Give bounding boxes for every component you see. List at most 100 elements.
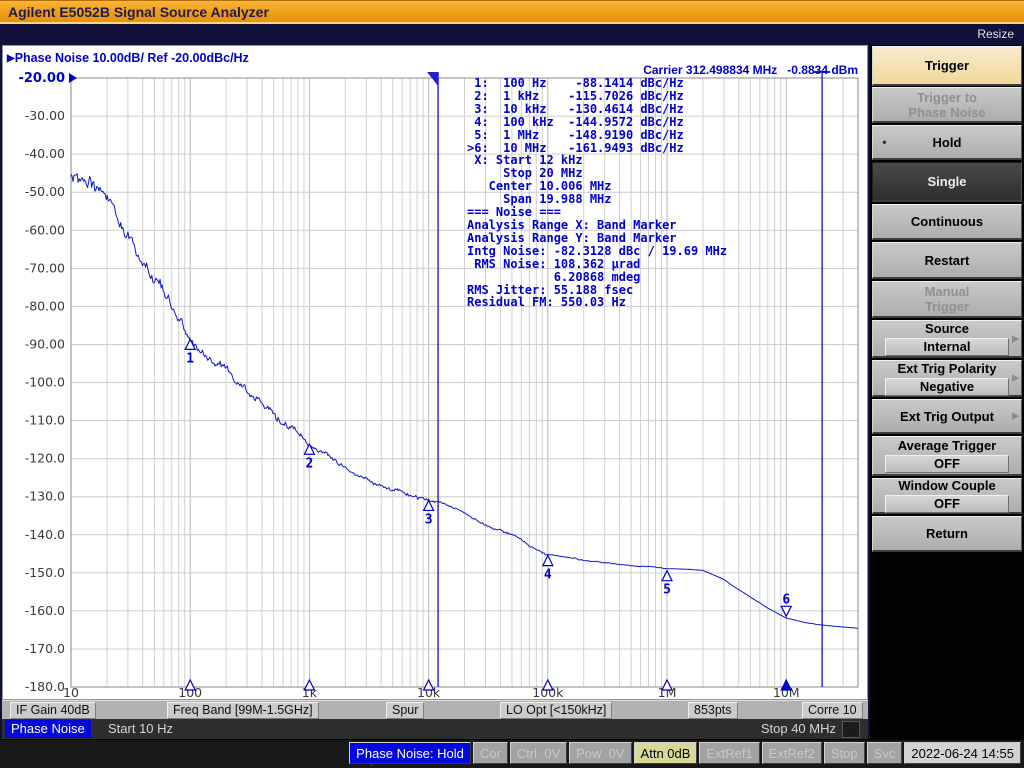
status-points: 853pts [688,702,738,719]
softkey-label: Single [927,174,966,189]
softkey-window-couple[interactable]: Window Couple OFF [872,478,1022,514]
carrier-readout: Carrier 312.498834 MHz -0.8834 dBm [643,63,858,77]
status-lo-opt: LO Opt [<150kHz] [500,702,612,719]
window-title: Agilent E5052B Signal Source Analyzer [8,4,269,20]
system-status-bar: Phase Noise: HoldCorCtrl 0VPow 0VAttn 0d… [0,739,1024,768]
svg-text:-90.00: -90.00 [25,336,65,351]
softkey-restart[interactable]: Restart [872,242,1022,279]
measurement-status-bar: IF Gain 40dBFreq Band [99M-1.5GHz]SpurLO… [2,700,868,719]
marker-number: 4 [544,568,552,583]
submenu-arrow-icon: ▶ [1012,373,1019,384]
marker-number: 5 [663,583,671,598]
svg-text:-20.00: -20.00 [18,71,65,86]
svg-text:-120.0: -120.0 [25,451,65,466]
marker-table-line: 6.20868 mdeg [467,271,727,284]
softkey-label: Trigger [925,299,969,314]
softkey-manual-trigger: ManualTrigger [872,281,1022,318]
marker-triangle [543,556,553,566]
bottom-attn: Attn 0dB [634,742,698,764]
softkey-label: Average Trigger [898,438,997,453]
bottom-ctrl: Ctrl 0V [510,742,567,764]
softkey-label: Phase Noise [908,105,985,120]
softkey-label: Ext Trig Polarity [898,361,997,376]
sweep-stop-label: Stop 40 MHz [761,721,836,736]
marker-number: 3 [425,512,433,527]
phase-noise-plot: -20.00-30.00-40.00-50.00-60.00-70.00-80.… [3,46,867,699]
app-window: Agilent E5052B Signal Source Analyzer Re… [0,0,1024,768]
marker-table-line: 4: 100 kHz -144.9572 dBc/Hz [467,116,727,129]
softkey-average-trigger-value[interactable]: OFF [885,455,1009,473]
marker-table-line: 5: 1 MHz -148.9190 dBc/Hz [467,129,727,142]
svg-text:-100.0: -100.0 [25,375,65,390]
bottom-cor: Cor [473,742,508,764]
softkey-trigger-header: Trigger [872,46,1022,86]
status-correlation: Corre 10 [802,702,863,719]
svg-text:-170.0: -170.0 [25,641,65,656]
marker-number: 1 [186,351,194,366]
softkey-continuous[interactable]: Continuous [872,204,1022,240]
svg-text:-60.00: -60.00 [25,222,65,237]
status-if-gain: IF Gain 40dB [10,702,96,719]
softkey-label: Return [926,526,968,541]
softkey-return[interactable]: Return [872,516,1022,552]
softkey-label: Source [925,321,969,336]
status-spur: Spur [386,702,424,719]
sweep-bar: Phase Noise Start 10 Hz Stop 40 MHz [2,719,868,739]
svg-text:-130.0: -130.0 [25,489,65,504]
marker-table-line: 2: 1 kHz -115.7026 dBc/Hz [467,90,727,103]
bottom-datetime: 2022-06-24 14:55 [904,742,1021,764]
submenu-arrow-icon: ▶ [1012,411,1019,422]
softkey-ext-trig-output[interactable]: Ext Trig Output ▶ [872,399,1022,434]
marker-table-line: Analysis Range Y: Band Marker [467,232,727,245]
marker-triangle [304,444,314,454]
marker-table: 1: 100 Hz -88.1414 dBc/Hz 2: 1 kHz -115.… [467,77,727,309]
bottom-svc: Svc [867,742,903,764]
phase-noise-panel: -20.00-30.00-40.00-50.00-60.00-70.00-80.… [2,45,868,700]
svg-text:-140.0: -140.0 [25,527,65,542]
softkey-label: Ext Trig Output [900,409,994,424]
menu-bar: Resize [0,26,1024,45]
softkey-label: Trigger [925,58,969,73]
marker-table-line: 1: 100 Hz -88.1414 dBc/Hz [467,77,727,90]
softkey-average-trigger[interactable]: Average Trigger OFF [872,436,1022,476]
softkey-label: Window Couple [898,478,995,493]
svg-text:-160.0: -160.0 [25,603,65,618]
marker-table-line: Residual FM: 550.03 Hz [467,296,727,309]
sweep-start-label: Start 10 Hz [108,721,173,736]
softkey-sidebar: Trigger Trigger toPhase Noise Hold ● Single C… [870,45,1024,740]
svg-text:-30.00: -30.00 [25,108,65,123]
softkey-single[interactable]: Single [872,162,1022,202]
marker-table-line: Analysis Range X: Band Marker [467,219,727,232]
sweep-bar-box [842,721,860,738]
softkey-label: Hold [933,135,962,150]
marker-number: 2 [305,456,313,471]
ref-level-arrow-icon [69,73,77,83]
svg-text:-180.0: -180.0 [25,679,65,694]
marker-table-line: 3: 10 kHz -130.4614 dBc/Hz [467,103,727,116]
svg-text:-40.00: -40.00 [25,146,65,161]
softkey-label: Manual [925,284,970,299]
window-titlebar: Agilent E5052B Signal Source Analyzer [0,0,1024,24]
softkey-label: Trigger to [917,90,977,105]
softkey-source[interactable]: Source Internal▶ [872,320,1022,358]
trace-scale-label: ▶Phase Noise 10.00dB/ Ref -20.00dBc/Hz [7,51,249,65]
trace-arrow-icon: ▶ [7,53,15,64]
marker-triangle [662,571,672,581]
resize-button[interactable]: Resize [977,27,1014,41]
softkey-trigger-to-phase-noise: Trigger toPhase Noise [872,87,1022,123]
svg-text:-70.00: -70.00 [25,260,65,275]
bottom-extref2: ExtRef2 [762,742,822,764]
svg-text:-110.0: -110.0 [25,413,65,428]
softkey-ext-trig-polarity[interactable]: Ext Trig Polarity Negative▶ [872,360,1022,397]
svg-text:-80.00: -80.00 [25,298,65,313]
softkey-ext-trig-polarity-value[interactable]: Negative [885,378,1009,396]
softkey-hold[interactable]: Hold ● [872,125,1022,160]
submenu-arrow-icon: ▶ [1012,333,1019,344]
softkey-window-couple-value[interactable]: OFF [885,495,1009,513]
softkey-source-value[interactable]: Internal [885,338,1009,356]
bottom-meas-status: Phase Noise: Hold [349,742,471,764]
system-status-cells: Phase Noise: HoldCorCtrl 0VPow 0VAttn 0d… [347,742,1021,764]
trace-tab-phase-noise[interactable]: Phase Noise [5,720,91,738]
marker-number: 6 [782,592,790,607]
selected-dot-icon: ● [882,138,887,147]
